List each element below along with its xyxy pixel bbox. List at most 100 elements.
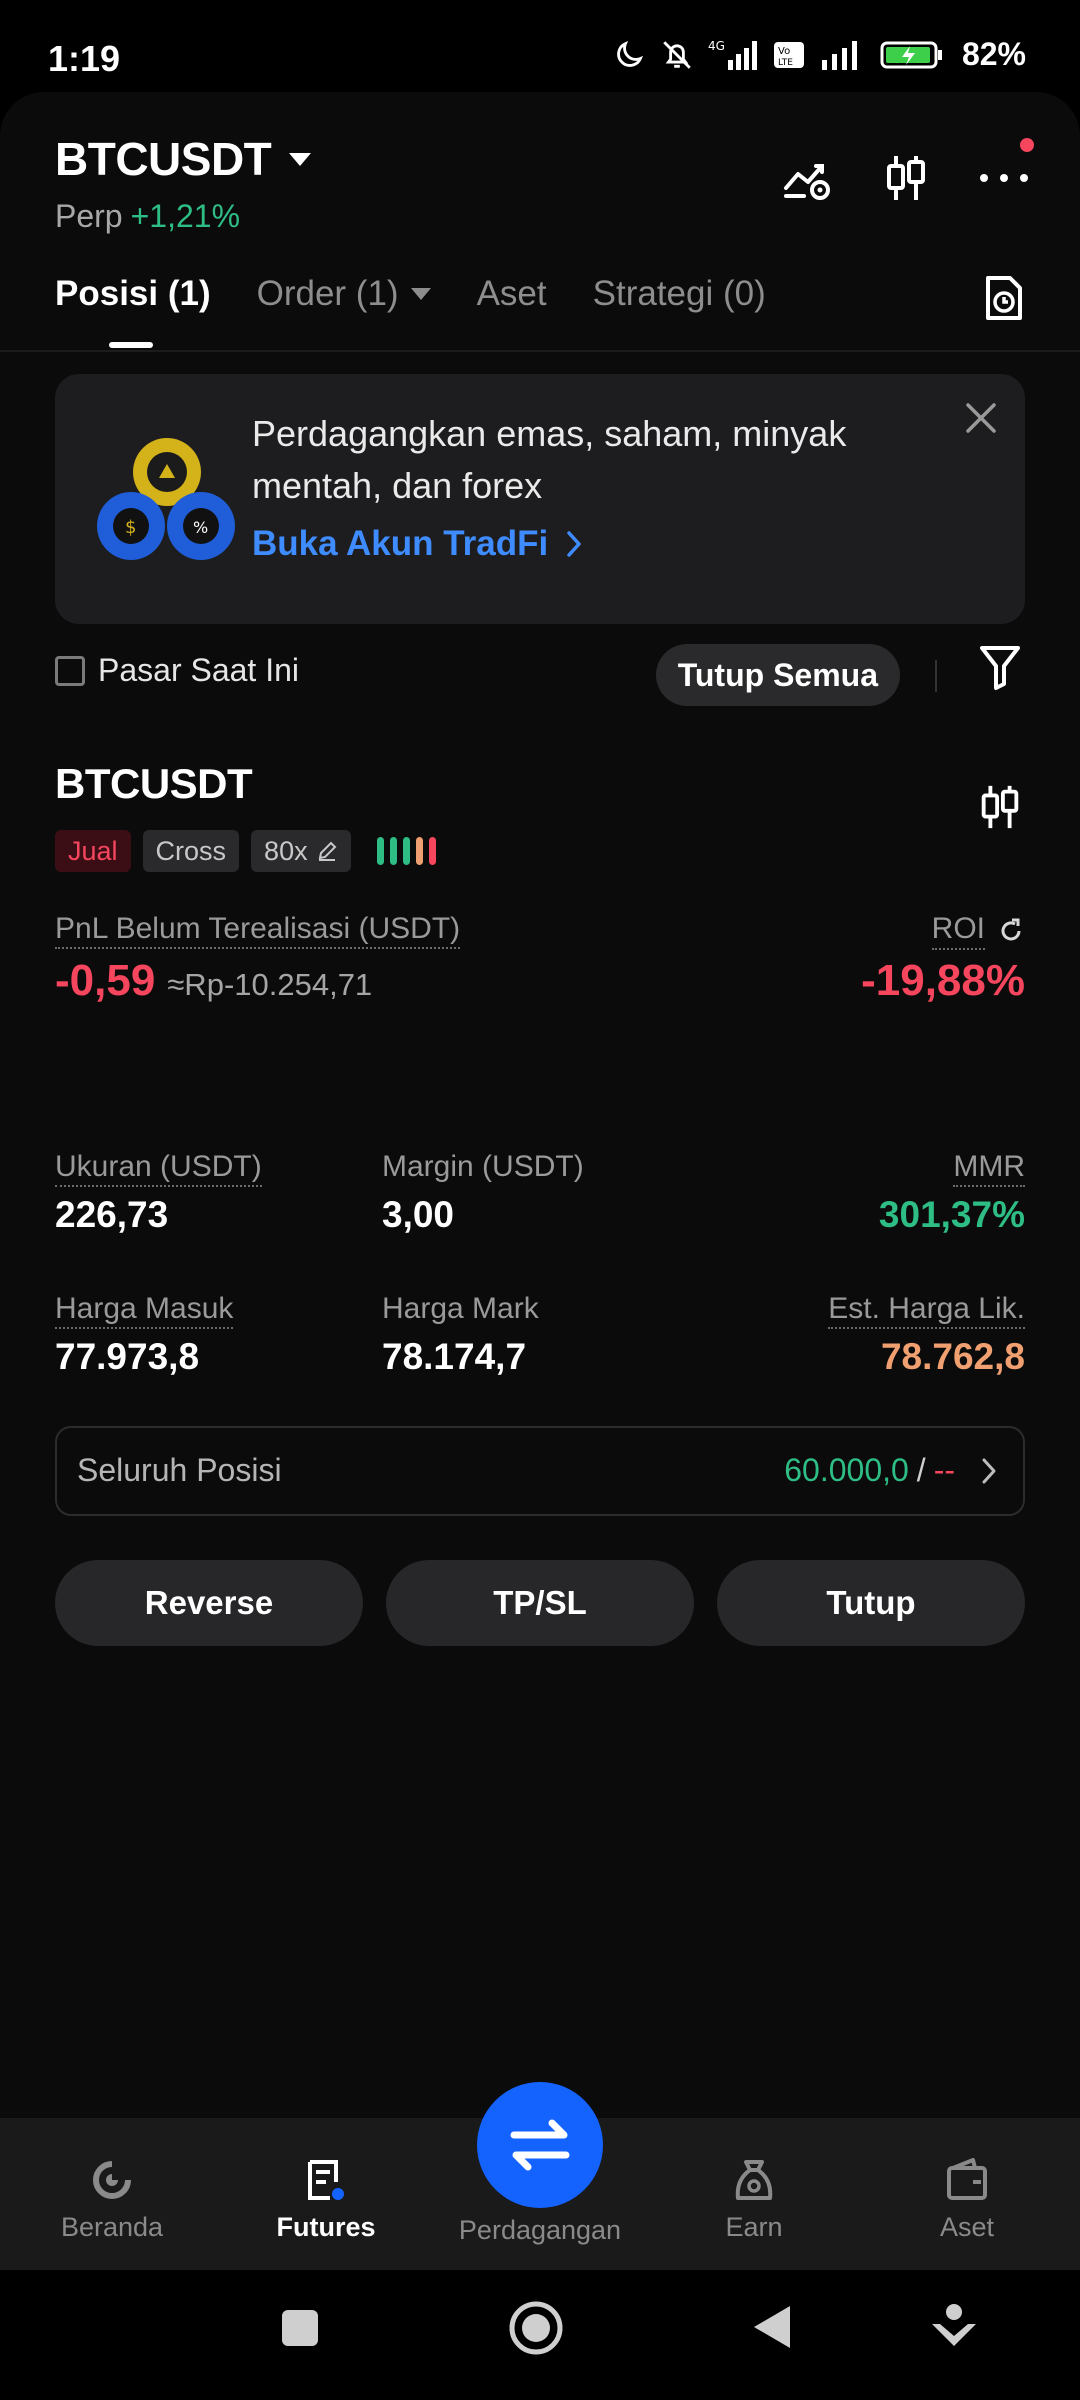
- unrealized-pnl-label-text: PnL Belum Terealisasi (USDT): [55, 912, 461, 949]
- recents-button[interactable]: [280, 2308, 320, 2353]
- adl-bar: [402, 837, 410, 865]
- mmr-value: 301,37%: [878, 1194, 1025, 1235]
- symbol-selector[interactable]: BTCUSDT: [55, 132, 312, 186]
- size-value: 226,73: [55, 1194, 169, 1235]
- open-tradfi-link[interactable]: Buka Akun TradFi: [252, 524, 582, 564]
- contract-type: Perp: [55, 198, 123, 234]
- entry-price-value: 77.973,8: [55, 1336, 200, 1377]
- home-logo-icon: [93, 2161, 131, 2199]
- close-position-button[interactable]: Tutup: [717, 1560, 1025, 1646]
- adl-bar: [389, 837, 397, 865]
- roi-label-text: ROI: [931, 912, 985, 950]
- header-actions: [782, 138, 1034, 204]
- tab-assets[interactable]: Aset: [477, 274, 547, 314]
- unrealized-pnl-label[interactable]: PnL Belum Terealisasi (USDT): [55, 912, 461, 949]
- mark-price-cell: Harga Mark 78.174,7: [382, 1292, 539, 1378]
- signal-icon: [821, 40, 857, 70]
- swap-arrows-icon: [510, 2119, 570, 2171]
- close-all-button[interactable]: Tutup Semua: [655, 644, 900, 706]
- position-chart-button[interactable]: [978, 782, 1022, 837]
- more-button[interactable]: [978, 138, 1034, 204]
- mmr-label[interactable]: MMR: [953, 1150, 1025, 1187]
- size-cell: Ukuran (USDT) 226,73: [55, 1150, 262, 1236]
- wallet-icon: [947, 2158, 987, 2200]
- system-navigation-bar: [0, 2270, 1080, 2400]
- tab-orders[interactable]: Order (1): [257, 274, 431, 314]
- nav-home[interactable]: Beranda: [27, 2156, 197, 2243]
- nav-assets[interactable]: Aset: [882, 2156, 1052, 2243]
- earn-bag-icon: [735, 2160, 773, 2200]
- promo-link-label: Buka Akun TradFi: [252, 524, 549, 563]
- adl-indicator: [376, 837, 436, 865]
- candlestick-icon: [887, 156, 925, 200]
- tradfi-promo-banner[interactable]: $ % Perdagangkan emas, saham, minyak men…: [55, 374, 1025, 624]
- bell-off-icon: [663, 40, 691, 69]
- svg-text:LTE: LTE: [778, 58, 793, 68]
- position-actions: Reverse TP/SL Tutup: [55, 1560, 1025, 1646]
- notification-dot: [1020, 138, 1034, 152]
- battery-charging-icon: [880, 41, 942, 68]
- chevron-right-icon: [982, 1458, 996, 1483]
- liq-price-value: 78.762,8: [880, 1336, 1025, 1377]
- symbol-subtitle: Perp +1,21%: [55, 198, 240, 235]
- margin-value: 3,00: [382, 1194, 455, 1235]
- margin-mode-badge[interactable]: Cross: [142, 830, 240, 872]
- reverse-button[interactable]: Reverse: [55, 1560, 363, 1646]
- filter-button[interactable]: [979, 644, 1021, 697]
- circle-home-icon: [509, 2301, 563, 2355]
- history-button[interactable]: [984, 274, 1024, 327]
- margin-cell: Margin (USDT) 3,00: [382, 1150, 584, 1236]
- filter-icon: [980, 646, 1020, 690]
- trade-fab-button[interactable]: [477, 2082, 603, 2208]
- futures-screen: BTCUSDT Perp +1,21% Posisi (1) Order (1) …: [0, 92, 1080, 2120]
- size-label[interactable]: Ukuran (USDT): [55, 1150, 262, 1187]
- status-icons: 4G Vo LTE 82%: [612, 36, 1026, 73]
- leverage-value: 80x: [264, 835, 308, 866]
- liq-price-cell: Est. Harga Lik. 78.762,8: [828, 1292, 1025, 1378]
- back-triangle-icon: [754, 2306, 790, 2348]
- tradfi-coins-icon: $ %: [97, 438, 235, 560]
- nav-earn[interactable]: Earn: [669, 2156, 839, 2243]
- whole-position-sl: --: [933, 1452, 955, 1488]
- close-promo-button[interactable]: [963, 400, 999, 441]
- whole-position-separator: /: [916, 1452, 926, 1488]
- volte-icon: VoLTE: [773, 41, 804, 68]
- home-button[interactable]: [508, 2300, 564, 2361]
- nav-home-label: Beranda: [60, 2212, 164, 2242]
- tab-positions[interactable]: Posisi (1): [55, 274, 211, 348]
- svg-text:4G: 4G: [708, 39, 725, 53]
- whole-position-values: 60.000,0 / --: [784, 1452, 997, 1489]
- tab-strategies[interactable]: Strategi (0): [593, 274, 766, 314]
- side-badge: Jual: [55, 830, 131, 872]
- mmr-cell: MMR 301,37%: [879, 1150, 1025, 1236]
- mark-price-label: Harga Mark: [382, 1292, 539, 1325]
- pnl-value: -0,59: [55, 956, 156, 1005]
- current-market-checkbox[interactable]: [55, 656, 85, 686]
- whole-position-tp: 60.000,0: [784, 1452, 909, 1488]
- refresh-icon: [1001, 918, 1021, 941]
- whole-position-tpsl-row[interactable]: Seluruh Posisi 60.000,0 / --: [55, 1426, 1025, 1516]
- back-button[interactable]: [752, 2304, 792, 2355]
- roi-label[interactable]: ROI: [931, 912, 1025, 950]
- margin-label: Margin (USDT): [382, 1150, 584, 1183]
- entry-price-label[interactable]: Harga Masuk: [55, 1292, 234, 1329]
- signal-4g-icon: 4G: [708, 39, 757, 70]
- position-stats-row-2: Harga Masuk 77.973,8 Harga Mark 78.174,7…: [55, 1292, 1025, 1402]
- moon-icon: [617, 40, 643, 67]
- price-alert-button[interactable]: [782, 152, 834, 204]
- caret-down-icon: [410, 288, 431, 300]
- liq-price-label[interactable]: Est. Harga Lik.: [828, 1292, 1025, 1329]
- chart-button[interactable]: [880, 152, 932, 204]
- leverage-badge[interactable]: 80x: [251, 830, 351, 872]
- whole-position-label: Seluruh Posisi: [77, 1452, 282, 1488]
- position-stats-row-1: Ukuran (USDT) 226,73 Margin (USDT) 3,00 …: [55, 1150, 1025, 1260]
- assistant-button[interactable]: [930, 2302, 978, 2357]
- entry-price-cell: Harga Masuk 77.973,8: [55, 1292, 234, 1378]
- svg-text:Vo: Vo: [778, 46, 790, 57]
- position-filter-row: Pasar Saat Ini Tutup Semua: [55, 644, 1025, 708]
- tpsl-button[interactable]: TP/SL: [386, 1560, 694, 1646]
- position-tabs: Posisi (1) Order (1) Aset Strategi (0): [55, 274, 1040, 348]
- nav-futures[interactable]: Futures: [241, 2156, 411, 2243]
- position-symbol[interactable]: BTCUSDT: [55, 760, 253, 808]
- nav-earn-label: Earn: [725, 2212, 783, 2242]
